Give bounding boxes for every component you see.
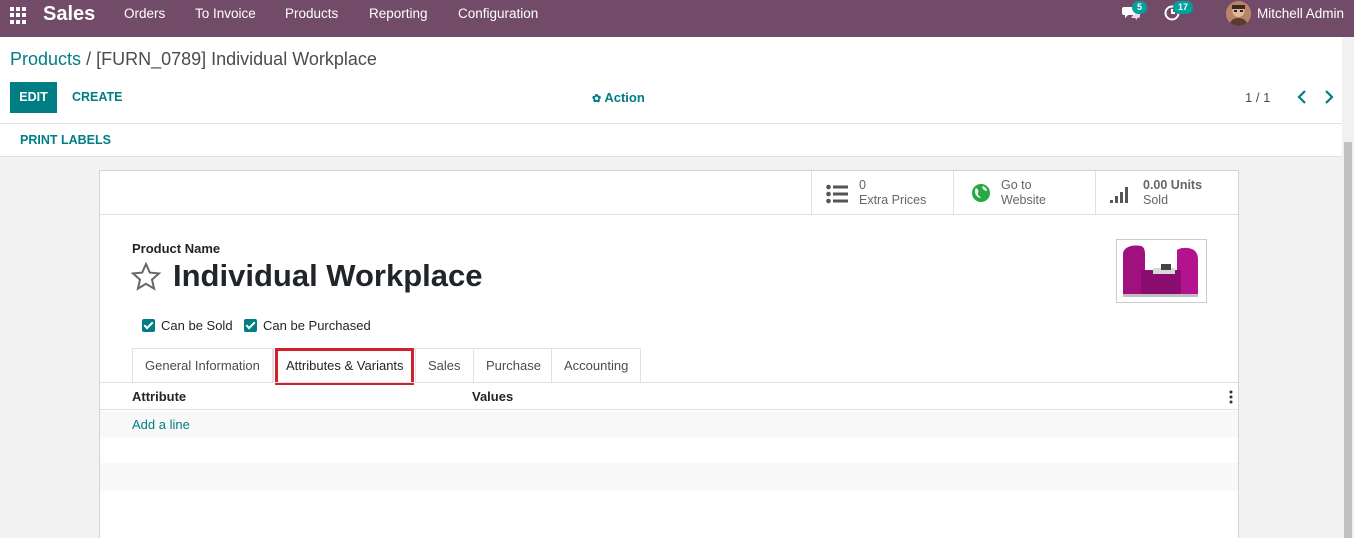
signal-icon <box>1110 187 1128 203</box>
menu-configuration[interactable]: Configuration <box>458 0 538 27</box>
attributes-table-header: Attribute Values <box>100 383 1238 410</box>
print-labels-button[interactable]: PRINT LABELS <box>20 133 111 147</box>
column-options-icon[interactable] <box>1229 390 1233 404</box>
create-button[interactable]: CREATE <box>64 82 130 113</box>
menu-reporting[interactable]: Reporting <box>369 0 428 27</box>
list-icon <box>826 184 848 204</box>
messages-button[interactable]: 5 <box>1122 1 1148 23</box>
pager-next-button[interactable] <box>1321 89 1337 105</box>
control-panel: Products / [FURN_0789] Individual Workpl… <box>0 37 1342 124</box>
go-to-website-button[interactable]: Go to Website <box>953 171 1096 215</box>
pager-value[interactable]: 1 / 1 <box>1245 82 1270 113</box>
chevron-right-icon <box>1325 90 1334 104</box>
globe-icon <box>972 184 990 202</box>
product-image[interactable] <box>1116 239 1207 303</box>
top-navbar: Sales Orders To Invoice Products Reporti… <box>0 0 1354 37</box>
activities-button[interactable]: 17 <box>1164 1 1194 23</box>
menu-orders[interactable]: Orders <box>124 0 165 27</box>
product-name-label: Product Name <box>132 241 221 256</box>
extra-prices-count: 0 <box>859 178 866 192</box>
tab-sales[interactable]: Sales <box>415 348 474 382</box>
units-sold-value: 0.00 Units <box>1143 178 1203 192</box>
tab-purchase[interactable]: Purchase <box>473 348 554 382</box>
column-header-values[interactable]: Values <box>472 389 513 404</box>
table-row <box>100 411 1238 437</box>
go-to-label: Go to <box>1001 178 1032 192</box>
menu-products[interactable]: Products <box>285 0 338 27</box>
add-a-line-link[interactable]: Add a line <box>132 417 190 432</box>
product-photo-icon <box>1117 240 1206 302</box>
action-label: Action <box>604 90 645 105</box>
gear-icon: ✿ <box>592 93 602 105</box>
units-sold-button[interactable]: 0.00 Units Sold <box>1095 171 1238 215</box>
chevron-left-icon <box>1297 90 1306 104</box>
scrollbar-thumb[interactable] <box>1344 142 1352 538</box>
tab-attributes-variants[interactable]: Attributes & Variants <box>273 348 417 382</box>
can-be-purchased-label: Can be Purchased <box>263 317 371 333</box>
checkbox-checked-icon <box>142 318 155 332</box>
app-name[interactable]: Sales <box>43 3 95 26</box>
form-statusbar: PRINT LABELS <box>0 124 1342 157</box>
extra-prices-label: Extra Prices <box>859 193 927 207</box>
breadcrumb-current: [FURN_0789] Individual Workplace <box>96 49 377 69</box>
user-menu[interactable]: Mitchell Admin <box>1257 0 1344 27</box>
can-be-purchased-checkbox[interactable]: Can be Purchased <box>244 317 371 333</box>
breadcrumb-products-link[interactable]: Products <box>10 49 81 69</box>
breadcrumb-separator: / <box>86 49 92 69</box>
menu-to-invoice[interactable]: To Invoice <box>195 0 256 27</box>
action-dropdown[interactable]: ✿ Action <box>592 82 645 113</box>
can-be-sold-label: Can be Sold <box>161 317 233 333</box>
column-header-attribute[interactable]: Attribute <box>132 389 186 404</box>
website-label: Website <box>1001 193 1046 207</box>
pager-previous-button[interactable] <box>1294 89 1310 105</box>
favorite-star-icon[interactable] <box>130 261 162 292</box>
tab-general-information[interactable]: General Information <box>132 348 273 382</box>
apps-menu-icon[interactable] <box>10 7 27 24</box>
can-be-sold-checkbox[interactable]: Can be Sold <box>142 317 233 333</box>
breadcrumb: Products / [FURN_0789] Individual Workpl… <box>10 49 377 70</box>
edit-button[interactable]: EDIT <box>10 82 57 113</box>
messages-count-badge: 5 <box>1132 1 1148 14</box>
smart-button-box: 0 Extra Prices Go to Website 0.00 Units … <box>100 171 1238 215</box>
user-avatar[interactable] <box>1226 1 1251 26</box>
extra-prices-button[interactable]: 0 Extra Prices <box>811 171 954 215</box>
avatar-icon <box>1226 1 1251 26</box>
tab-accounting[interactable]: Accounting <box>551 348 642 382</box>
units-sold-label: Sold <box>1143 193 1169 207</box>
product-name-field[interactable]: Individual Workplace <box>173 258 483 294</box>
scrollbar[interactable] <box>1342 124 1354 538</box>
activities-count-badge: 17 <box>1173 1 1194 14</box>
form-sheet: 0 Extra Prices Go to Website 0.00 Units … <box>99 170 1239 538</box>
table-row <box>100 463 1238 491</box>
checkbox-checked-icon <box>244 318 257 332</box>
